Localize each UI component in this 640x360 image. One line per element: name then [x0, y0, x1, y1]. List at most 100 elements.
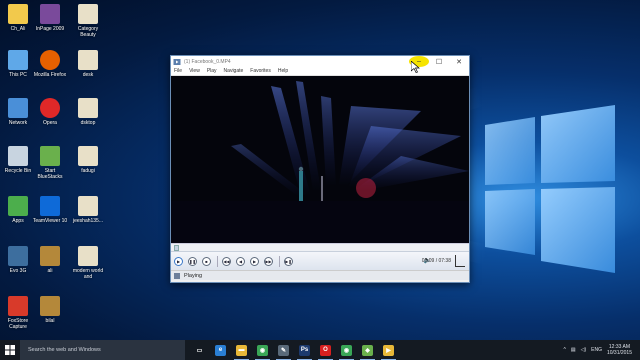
bluestacks-icon: [40, 146, 60, 166]
show-hidden-icons-icon[interactable]: ^: [564, 347, 566, 353]
rewind-button[interactable]: ◀: [236, 256, 245, 266]
paint-icon: ✎: [278, 344, 289, 356]
menu-favorites[interactable]: Favorites: [250, 68, 271, 74]
windows-logo: [485, 105, 615, 273]
previous-button[interactable]: ◀◀: [222, 256, 231, 266]
desktop-icon[interactable]: Mozilla Firefox: [32, 50, 68, 78]
document-icon: [78, 98, 98, 118]
desktop-icon[interactable]: modern world and: [70, 246, 106, 280]
close-button[interactable]: ✕: [449, 56, 469, 67]
desktop-icon[interactable]: Start BlueStacks: [32, 146, 68, 180]
desktop-icon-label: Recycle Bin: [4, 168, 32, 174]
desktop-icon-label: ali: [47, 268, 53, 274]
desktop-icon-label: bilal: [45, 318, 55, 324]
desktop-icon-label: desk: [82, 72, 94, 78]
next-button[interactable]: ▶▶: [264, 256, 273, 266]
inpage-icon: [40, 4, 60, 24]
desktop-icon[interactable]: fadugi: [70, 146, 106, 174]
separator: [279, 255, 280, 267]
desktop-icon-label: This PC: [9, 72, 27, 78]
desktop-icon-label: fadugi: [81, 168, 95, 174]
taskbar: Search the web and Windows ▭ e ▬ ◉ ✎ Ps O ◉ ◆ ▶ ^…: [0, 340, 640, 360]
menu-play[interactable]: Play: [207, 68, 217, 74]
menu-help[interactable]: Help: [278, 68, 288, 74]
task-view-icon: ▭: [194, 344, 205, 356]
bluestacks-icon: ◆: [362, 344, 373, 356]
desktop-icon[interactable]: TeamViewer 10: [32, 196, 68, 224]
desktop-icon[interactable]: Category Beauty: [70, 4, 106, 38]
network-tray-icon[interactable]: ▤: [571, 347, 576, 353]
edge-icon: e: [215, 344, 226, 356]
chrome-2-icon: ◉: [341, 344, 352, 356]
document-icon: [78, 196, 98, 216]
taskbar-edge-button[interactable]: e: [210, 340, 231, 360]
volume-tray-icon[interactable]: ◁): [581, 347, 587, 353]
desktop-icon[interactable]: Ch_Ali: [0, 4, 36, 32]
desktop-icon[interactable]: dsktop: [70, 98, 106, 126]
taskbar-photoshop-button[interactable]: Ps: [294, 340, 315, 360]
stop-button[interactable]: ■: [202, 256, 211, 266]
windows-start-icon: [5, 345, 15, 355]
desktop-icon[interactable]: Apps: [0, 196, 36, 224]
image-file-icon: [40, 246, 60, 266]
frame-step-button[interactable]: ▶❚: [284, 256, 293, 266]
separator: [217, 255, 218, 267]
desktop-icon[interactable]: bilal: [32, 296, 68, 324]
desktop-icon[interactable]: Opera: [32, 98, 68, 126]
mouse-cursor-icon: [411, 61, 420, 73]
desktop-icon-label: Start BlueStacks: [37, 168, 63, 180]
taskbar-bluestacks-button[interactable]: ◆: [357, 340, 378, 360]
taskbar-chrome-button[interactable]: ◉: [252, 340, 273, 360]
desktop-icon-label: modern world and: [72, 268, 104, 280]
desktop-icon[interactable]: This PC: [0, 50, 36, 78]
volume-slider[interactable]: [455, 255, 465, 267]
clock[interactable]: 12:33 AM 10/31/2015: [607, 344, 632, 356]
teamviewer-icon: [40, 196, 60, 216]
desktop-icon[interactable]: InPage 2009: [32, 4, 68, 32]
image-file-icon: [40, 296, 60, 316]
menu-bar: File View Play Navigate Favorites Help: [171, 67, 469, 76]
search-box[interactable]: Search the web and Windows: [20, 340, 185, 360]
desktop-icon[interactable]: jeeshah135...: [70, 196, 106, 224]
taskbar-file-explorer-button[interactable]: ▬: [231, 340, 252, 360]
media-player-window[interactable]: (1) Facebook_0.MP4 – ☐ ✕ File View Play …: [170, 55, 470, 283]
seek-bar[interactable]: [171, 243, 469, 251]
video-area[interactable]: [171, 76, 469, 243]
desktop-icon-label: Mozilla Firefox: [33, 72, 67, 78]
desktop-icon-label: TeamViewer 10: [32, 218, 68, 224]
clock-date: 10/31/2015: [606, 350, 632, 356]
playback-controls: ▶ ❚❚ ■ ◀◀ ◀ ▶ ▶▶ ▶❚ 🔈 00:09 / 07:38: [171, 251, 469, 270]
desktop-icon[interactable]: desk: [70, 50, 106, 78]
menu-view[interactable]: View: [189, 68, 200, 74]
pause-button[interactable]: ❚❚: [188, 256, 197, 266]
taskbar-media-player-button[interactable]: ▶: [378, 340, 399, 360]
desktop-icon[interactable]: FoxStore Capture: [0, 296, 36, 330]
media-player-icon: ▶: [383, 344, 394, 356]
title-bar[interactable]: (1) Facebook_0.MP4 – ☐ ✕: [171, 56, 469, 73]
desktop: Ch_Ali InPage 2009 Category Beauty This PC M…: [0, 0, 640, 340]
forward-button[interactable]: ▶: [250, 256, 259, 266]
language-indicator[interactable]: ENG: [591, 347, 602, 353]
desktop-icon[interactable]: ali: [32, 246, 68, 274]
menu-navigate[interactable]: Navigate: [224, 68, 244, 74]
taskbar-opera-button[interactable]: O: [315, 340, 336, 360]
taskbar-task-view-button[interactable]: ▭: [189, 340, 210, 360]
start-button[interactable]: [0, 340, 20, 360]
desktop-icon[interactable]: Evo 3G: [0, 246, 36, 274]
taskbar-paint-button[interactable]: ✎: [273, 340, 294, 360]
video-frame-concert-stage: [171, 76, 469, 243]
document-icon: [78, 246, 98, 266]
menu-file[interactable]: File: [174, 68, 182, 74]
desktop-icon-label: Ch_Ali: [10, 26, 26, 32]
status-bar: Playing: [171, 270, 469, 280]
maximize-button[interactable]: ☐: [429, 56, 449, 67]
desktop-icon[interactable]: Recycle Bin: [0, 146, 36, 174]
play-button[interactable]: ▶: [174, 256, 183, 266]
status-icon: [174, 272, 180, 279]
desktop-icon-label: jeeshah135...: [72, 218, 104, 224]
desktop-icon[interactable]: Network: [0, 98, 36, 126]
media-player-app-icon: [173, 58, 181, 65]
taskbar-chrome-2-button[interactable]: ◉: [336, 340, 357, 360]
taskbar-apps: ▭ e ▬ ◉ ✎ Ps O ◉ ◆ ▶: [189, 340, 399, 360]
user-folder-icon: [8, 4, 28, 24]
